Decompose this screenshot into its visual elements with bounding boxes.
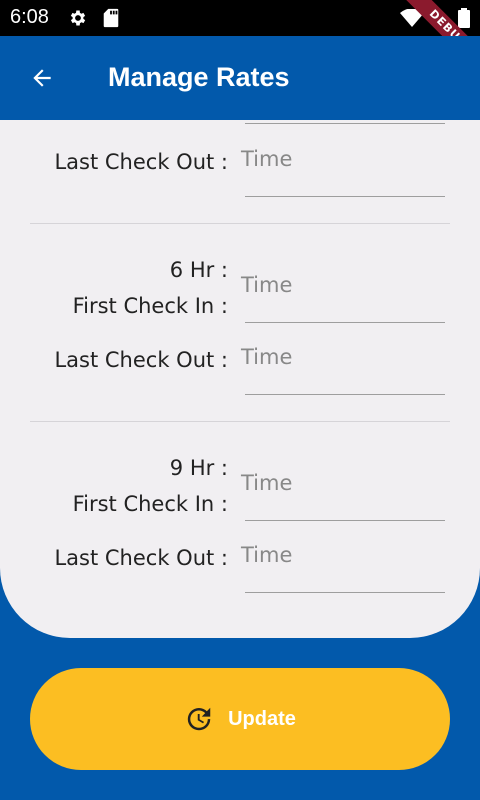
divider — [30, 223, 450, 224]
time-field-partial[interactable] — [245, 120, 445, 124]
time-placeholder: Time — [241, 273, 293, 297]
time-placeholder: Time — [241, 543, 293, 567]
first-check-in-label: First Check In : — [72, 492, 228, 516]
arrow-back-icon — [33, 69, 51, 87]
back-button[interactable] — [22, 58, 62, 98]
nine-hr-last-check-out-field[interactable]: Time — [241, 538, 445, 593]
last-check-out-time-field[interactable]: Time — [241, 142, 445, 197]
time-placeholder: Time — [241, 147, 293, 171]
update-button[interactable]: Update — [30, 668, 450, 770]
nine-hr-first-check-in-field[interactable]: Time — [241, 466, 445, 521]
six-hr-last-check-out-field[interactable]: Time — [241, 340, 445, 395]
gear-icon — [68, 8, 88, 32]
time-placeholder: Time — [241, 345, 293, 369]
page-title: Manage Rates — [108, 62, 290, 92]
last-check-out-label: Last Check Out : — [54, 546, 228, 570]
sd-card-icon — [102, 8, 120, 32]
status-time: 6:08 — [10, 6, 49, 28]
wifi-icon — [400, 8, 424, 31]
battery-icon — [458, 8, 470, 32]
first-check-in-label: First Check In : — [72, 294, 228, 318]
divider — [30, 421, 450, 422]
update-icon — [187, 707, 211, 731]
six-hr-first-check-in-field[interactable]: Time — [241, 268, 445, 323]
time-placeholder: Time — [241, 471, 293, 495]
status-bar: 6:08 — [0, 0, 480, 36]
nine-hr-label: 9 Hr : — [169, 456, 228, 480]
six-hr-label: 6 Hr : — [169, 258, 228, 282]
last-check-out-label: Last Check Out : — [54, 150, 228, 174]
update-label: Update — [228, 707, 296, 730]
app-bar: Manage Rates — [0, 36, 480, 120]
last-check-out-label: Last Check Out : — [54, 348, 228, 372]
rates-card: Last Check Out : Time 6 Hr : First Check… — [0, 120, 480, 638]
